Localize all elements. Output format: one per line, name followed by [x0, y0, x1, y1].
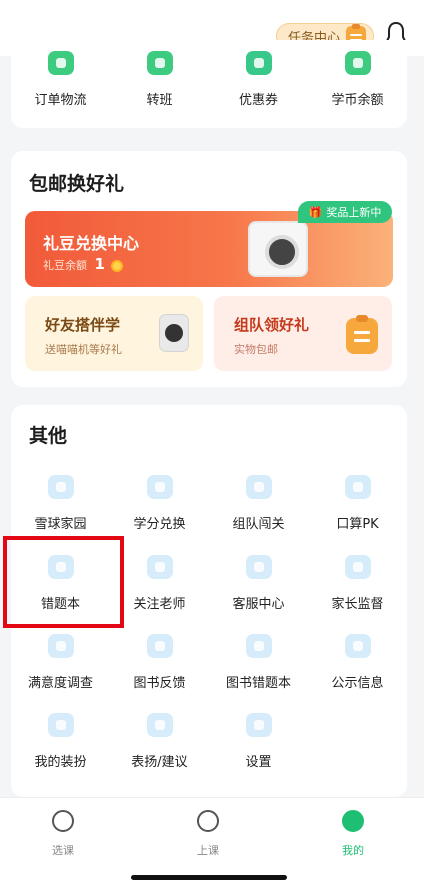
book-mistake-label: 图书错题本	[225, 676, 291, 691]
coin-balance-item[interactable]: 学币余额	[308, 51, 407, 108]
tab-select-course[interactable]: 选课	[33, 810, 93, 858]
settings-item[interactable]: 设置	[209, 713, 308, 770]
gift-exchange-title: 礼豆兑换中心	[43, 234, 140, 253]
credit-exchange-label: 学分兑换	[133, 517, 186, 532]
bean-coin-icon	[111, 260, 124, 272]
settings-label: 设置	[245, 755, 272, 770]
parent-supervision-label: 家长监督	[331, 597, 384, 612]
gifts-card: 包邮换好礼 礼豆兑换中心 礼豆余额 1 🎁 奖品上新中 好友搭伴学 送喵喵机等好…	[11, 151, 407, 387]
mental-math-pk-icon	[344, 475, 371, 499]
new-prizes-badge: 🎁 奖品上新中	[298, 201, 392, 223]
tab-profile-label: 我的	[342, 844, 364, 857]
friend-study-sub: 送喵喵机等好礼	[45, 343, 122, 356]
book-mistake-item[interactable]: 图书错题本	[209, 634, 308, 691]
profile-icon	[342, 810, 364, 832]
attend-class-icon	[197, 810, 219, 832]
other-section-title: 其他	[29, 425, 68, 447]
select-course-icon	[52, 810, 74, 832]
gift-balance-value: 1	[94, 255, 105, 273]
snowball-home-label: 雪球家园	[34, 517, 87, 532]
book-feedback-icon	[146, 634, 173, 658]
public-info-label: 公示信息	[331, 676, 384, 691]
parent-supervision-icon	[344, 555, 371, 579]
bottom-tab-bar: 选课 上课 我的	[0, 797, 424, 885]
follow-teacher-item[interactable]: 关注老师	[110, 555, 209, 612]
friend-study-card[interactable]: 好友搭伴学 送喵喵机等好礼	[25, 296, 203, 371]
team-gift-card[interactable]: 组队领好礼 实物包邮	[214, 296, 392, 371]
team-challenge-icon	[245, 475, 272, 499]
praise-suggest-label: 表扬/建议	[131, 755, 188, 770]
snowball-home-item[interactable]: 雪球家园	[11, 475, 110, 532]
switch-class-label: 转班	[146, 93, 173, 108]
home-indicator	[131, 875, 287, 880]
friend-study-title: 好友搭伴学	[45, 316, 121, 334]
praise-suggest-icon	[146, 713, 173, 737]
survey-label: 满意度调查	[27, 676, 93, 691]
customer-service-label: 客服中心	[232, 597, 285, 612]
public-info-icon	[344, 634, 371, 658]
switch-class-item[interactable]: 转班	[110, 51, 209, 108]
clipboard-icon	[346, 315, 378, 354]
tab-profile[interactable]: 我的	[323, 810, 383, 858]
outfit-icon	[47, 713, 74, 737]
book-mistake-icon	[245, 634, 272, 658]
gift-balance: 礼豆余额 1	[43, 255, 124, 273]
customer-service-icon	[245, 555, 272, 579]
public-info-item[interactable]: 公示信息	[308, 634, 407, 691]
parent-supervision-item[interactable]: 家长监督	[308, 555, 407, 612]
mental-math-pk-label: 口算PK	[336, 517, 379, 532]
switch-class-icon	[146, 51, 173, 75]
survey-icon	[47, 634, 74, 658]
new-prizes-label: 奖品上新中	[326, 206, 382, 219]
gift-balance-label: 礼豆余额	[43, 259, 87, 272]
praise-suggest-item[interactable]: 表扬/建议	[110, 713, 209, 770]
coupon-label: 优惠券	[238, 93, 278, 108]
outfit-item[interactable]: 我的装扮	[11, 713, 110, 770]
snowball-home-icon	[47, 475, 74, 499]
order-logistics-item[interactable]: 订单物流	[11, 51, 110, 108]
team-challenge-item[interactable]: 组队闯关	[209, 475, 308, 532]
credit-exchange-icon	[146, 475, 173, 499]
follow-teacher-icon	[146, 555, 173, 579]
mini-printer-image	[159, 314, 189, 352]
order-logistics-label: 订单物流	[34, 93, 87, 108]
credit-exchange-item[interactable]: 学分兑换	[110, 475, 209, 532]
coin-balance-label: 学币余额	[331, 93, 384, 108]
team-gift-title: 组队领好礼	[234, 316, 310, 334]
gifts-section-title: 包邮换好礼	[29, 173, 125, 195]
team-challenge-label: 组队闯关	[232, 517, 285, 532]
survey-item[interactable]: 满意度调查	[11, 634, 110, 691]
tab-attend-class[interactable]: 上课	[178, 810, 238, 858]
coin-balance-icon	[344, 51, 371, 75]
follow-teacher-label: 关注老师	[133, 597, 186, 612]
settings-icon	[245, 713, 272, 737]
customer-service-item[interactable]: 客服中心	[209, 555, 308, 612]
book-feedback-label: 图书反馈	[133, 676, 186, 691]
tab-select-course-label: 选课	[52, 844, 74, 857]
printer-image	[248, 221, 308, 277]
mistake-book-highlight	[3, 536, 124, 628]
coupon-item[interactable]: 优惠券	[209, 51, 308, 108]
book-feedback-item[interactable]: 图书反馈	[110, 634, 209, 691]
outfit-label: 我的装扮	[34, 755, 87, 770]
coupon-icon	[245, 51, 272, 75]
tab-attend-class-label: 上课	[197, 844, 219, 857]
order-icon	[47, 51, 74, 75]
team-gift-sub: 实物包邮	[234, 343, 278, 356]
gift-icon: 🎁	[308, 205, 323, 219]
mental-math-pk-item[interactable]: 口算PK	[308, 475, 407, 532]
account-shortcuts-card: 订单物流 转班 优惠券 学币余额	[11, 40, 407, 128]
